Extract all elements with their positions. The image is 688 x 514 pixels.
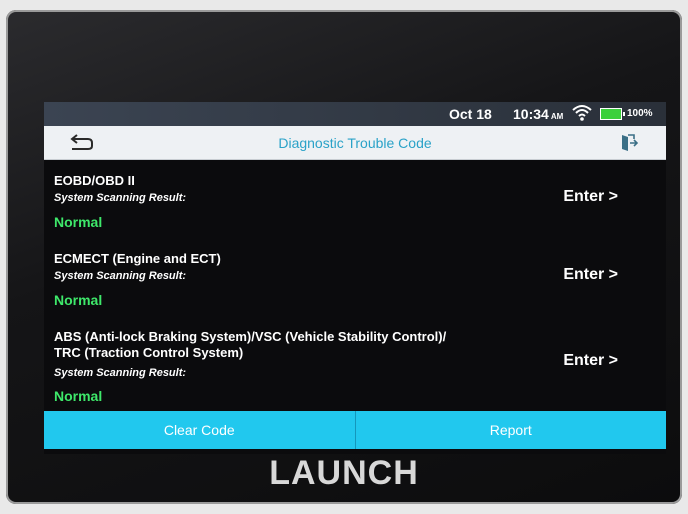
system-name: EOBD/OBD II [54,173,135,188]
scan-result-value: Normal [54,292,103,308]
scan-result-value: Normal [54,388,103,404]
system-name: ECMECT (Engine and ECT) [54,251,221,266]
device-bezel: Oct 18 10:34 AM 100% Diagnostic Trouble … [6,10,682,504]
battery-icon [600,108,625,120]
page-title: Diagnostic Trouble Code [278,135,432,151]
enter-button[interactable]: Enter > [563,188,618,206]
system-name-line1: ABS (Anti-lock Braking System)/VSC (Vehi… [54,329,447,344]
brand-logo: LAUNCH [269,454,419,492]
scan-result-label: System Scanning Result: [54,270,187,282]
status-time: 10:34 AM [513,106,563,122]
wifi-icon [572,104,592,125]
enter-button[interactable]: Enter > [563,266,618,284]
status-time-value: 10:34 [513,106,549,122]
title-bar: Diagnostic Trouble Code [44,126,666,160]
action-bar: Clear Code Report [44,411,666,449]
scan-result-value: Normal [54,214,103,230]
status-ampm: AM [550,112,564,121]
status-bar: Oct 18 10:34 AM 100% [44,102,666,126]
scan-result-label: System Scanning Result: [54,367,187,379]
screen: Oct 18 10:34 AM 100% Diagnostic Trouble … [44,102,666,454]
system-name-line2: TRC (Traction Control System) [54,345,244,360]
clear-code-button[interactable]: Clear Code [44,411,355,449]
enter-button[interactable]: Enter > [563,352,618,370]
scan-result-label: System Scanning Result: [54,192,187,204]
report-button[interactable]: Report [354,411,666,449]
status-date: Oct 18 [449,106,492,122]
exit-icon[interactable] [619,132,639,157]
battery-percent: 100% [627,108,653,119]
